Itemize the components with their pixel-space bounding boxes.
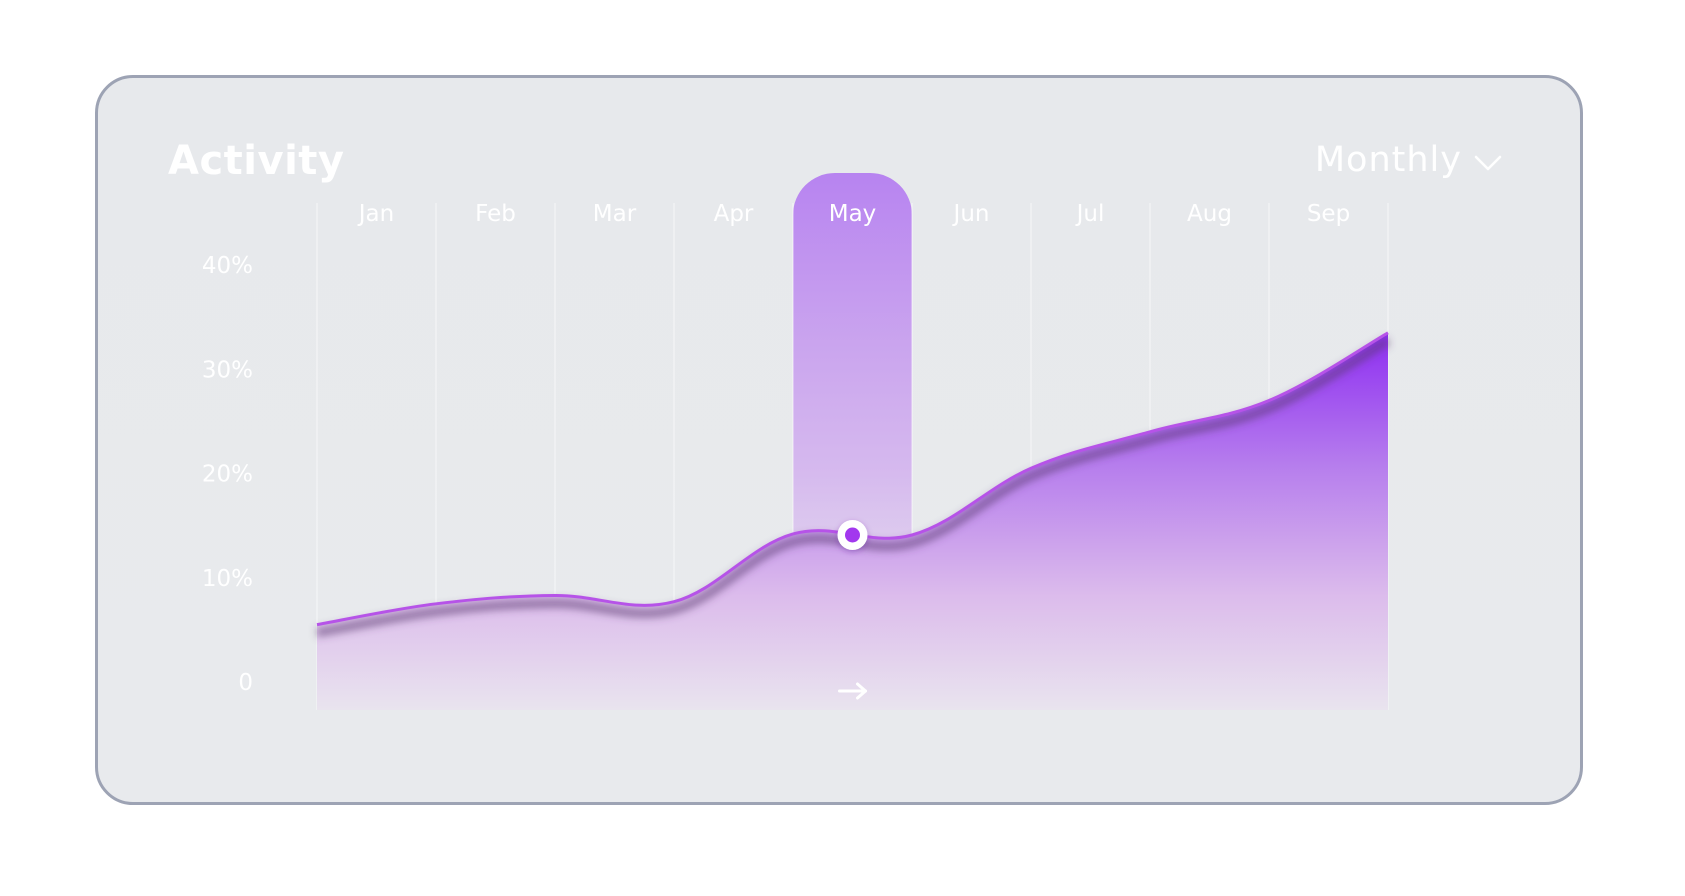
activity-chart: Jan Feb Mar Apr May Jun Jul Aug Sep 0 10% 20% 30% 40… [202,173,1391,710]
x-tick-label: Feb [475,201,516,227]
y-tick-label: 10% [202,566,253,592]
y-axis-ticks: 0 10% 20% 30% 40% [202,253,253,696]
x-tick-label: Jun [952,201,990,227]
x-tick-label: May [829,201,877,227]
y-tick-label: 40% [202,253,253,279]
y-tick-label: 0 [238,670,253,696]
x-tick-label: Sep [1307,201,1350,227]
x-axis-ticks: Jan Feb Mar Apr May Jun Jul Aug Sep [357,201,1350,227]
marker-dot [845,527,860,543]
x-tick-label: Jan [357,201,394,227]
x-tick-label: Apr [714,201,754,227]
x-tick-label: Mar [593,201,637,227]
y-tick-label: 30% [202,357,253,383]
x-tick-label: Jul [1075,201,1105,227]
activity-card: Activity Monthly Jan Feb Mar Apr May Jun… [95,75,1583,805]
x-tick-label: Aug [1187,201,1232,227]
highlight-point-marker[interactable] [837,520,868,551]
y-tick-label: 20% [202,462,253,488]
